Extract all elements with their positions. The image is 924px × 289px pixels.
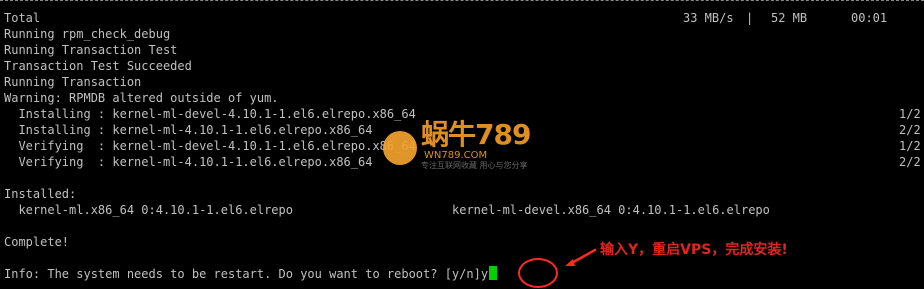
step-count: 2/2 [899, 155, 921, 169]
installed-package: kernel-ml-devel.x86_64 0:4.10.1-1.el6.el… [452, 203, 770, 217]
verify-step: Verifying : kernel-ml-devel-4.10.1-1.el6… [4, 139, 416, 153]
verify-step: Verifying : kernel-ml-4.10.1-1.el6.elrep… [4, 155, 373, 169]
watermark-slogan: 专注互联网收藏 用心与您分享 [421, 161, 528, 170]
terminal-window[interactable]: Total 33 MB/s | 52 MB 00:01 Running rpm_… [0, 0, 924, 289]
prompt-text: Info: The system needs to be restart. Do… [4, 267, 481, 281]
terminal-line: Transaction Test Succeeded [4, 59, 192, 73]
terminal-line: Running Transaction Test [4, 43, 178, 57]
annotation-callout: 输入Y，重启VPS，完成安装! [600, 242, 788, 258]
installed-header: Installed: [4, 187, 77, 201]
input-highlight-circle [518, 258, 558, 288]
terminal-cursor [489, 266, 498, 280]
progress-separator: | [746, 11, 754, 25]
download-speed: 33 MB/s [683, 11, 734, 25]
step-count: 2/2 [899, 123, 921, 137]
reboot-prompt[interactable]: Info: The system needs to be restart. Do… [4, 266, 498, 282]
elapsed-time: 00:01 [851, 11, 888, 25]
warning-line: Warning: RPMDB altered outside of yum. [4, 91, 279, 105]
prompt-input[interactable]: y [481, 267, 488, 281]
terminal-line: Running rpm_check_debug [4, 27, 171, 41]
installed-package: kernel-ml.x86_64 0:4.10.1-1.el6.elrepo [4, 203, 293, 217]
watermark-brand: 蜗牛789 [421, 118, 531, 151]
install-step: Installing : kernel-ml-4.10.1-1.el6.elre… [4, 123, 373, 137]
step-count: 1/2 [899, 139, 921, 153]
arrow-icon [565, 248, 597, 266]
terminal-line: Running Transaction [4, 75, 142, 89]
complete-message: Complete! [4, 235, 70, 249]
separator-line [0, 0, 924, 2]
progress-label: Total [4, 11, 41, 25]
install-step: Installing : kernel-ml-devel-4.10.1-1.el… [4, 107, 416, 121]
step-count: 1/2 [899, 107, 921, 121]
download-size: 52 MB [771, 11, 808, 25]
watermark-site: WN789.COM [424, 150, 488, 161]
